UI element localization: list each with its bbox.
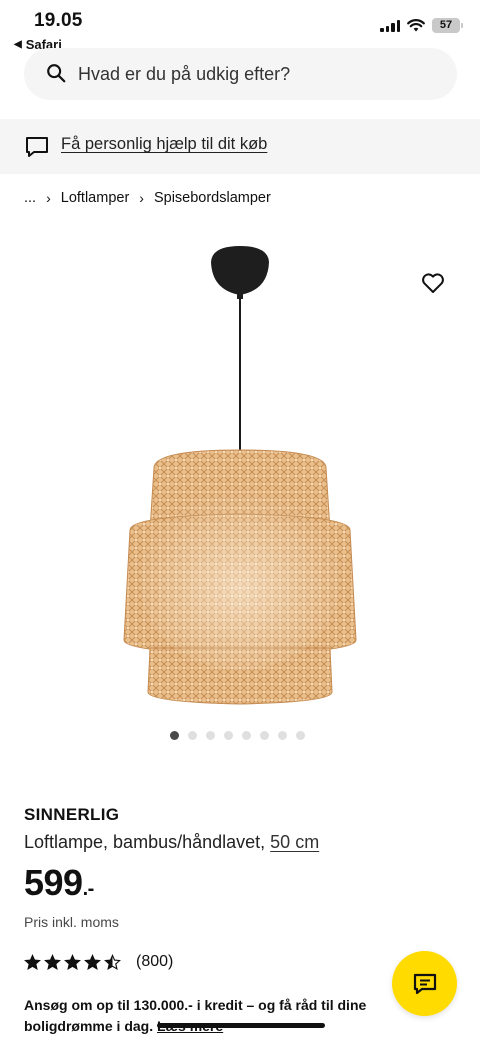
carousel-dot[interactable] (242, 731, 251, 740)
breadcrumb-ellipsis[interactable]: ... (24, 190, 36, 206)
carousel-dot[interactable] (260, 731, 269, 740)
chat-button[interactable] (392, 951, 457, 1016)
search-icon (47, 64, 66, 83)
carousel-dot[interactable] (224, 731, 233, 740)
carousel-dots[interactable] (170, 731, 305, 740)
search-bar[interactable] (24, 48, 457, 100)
status-time: 19.05 (34, 10, 83, 31)
chat-icon (26, 137, 48, 157)
product-name: SINNERLIG (24, 805, 120, 824)
cellular-signal-icon (380, 19, 400, 32)
carousel-dot[interactable] (296, 731, 305, 740)
carousel-dot[interactable] (206, 731, 215, 740)
wifi-icon (407, 19, 425, 32)
status-icons: 57 (380, 18, 463, 33)
chat-icon (413, 973, 436, 994)
carousel-dot[interactable] (170, 731, 179, 740)
battery-indicator: 57 (432, 18, 463, 33)
product-description: Loftlampe, bambus/håndlavet, 50 cm (24, 832, 319, 853)
price-suffix: .- (82, 878, 95, 900)
price: 599.- (24, 862, 94, 904)
star-icon (24, 953, 41, 970)
heart-icon[interactable] (420, 270, 446, 296)
credit-offer: Ansøg om op til 130.000.- i kredit – og … (24, 995, 394, 1037)
help-banner[interactable]: Få personlig hjælp til dit køb (0, 119, 480, 174)
price-value: 599 (24, 862, 83, 903)
breadcrumb-item-spisebordslamper[interactable]: Spisebordslamper (154, 190, 271, 206)
product-image[interactable] (100, 240, 380, 720)
carousel-dot[interactable] (188, 731, 197, 740)
back-arrow-icon: ◀ (14, 39, 22, 50)
search-input[interactable] (78, 48, 438, 100)
product-description-text: Loftlampe, bambus/håndlavet, (24, 832, 266, 852)
star-icon (44, 953, 61, 970)
breadcrumb: ... › Loftlamper › Spisebordslamper (24, 190, 271, 206)
breadcrumb-item-loftlamper[interactable]: Loftlamper (61, 190, 130, 206)
star-icon (84, 953, 101, 970)
rating-count: (800) (136, 953, 174, 970)
rating[interactable]: (800) (24, 953, 173, 971)
star-icon (64, 953, 81, 970)
home-indicator (157, 1023, 325, 1028)
size-link[interactable]: 50 cm (270, 832, 319, 852)
chevron-right-icon: › (46, 190, 51, 206)
price-note: Pris inkl. moms (24, 914, 119, 930)
chevron-right-icon: › (139, 190, 144, 206)
carousel-dot[interactable] (278, 731, 287, 740)
help-link[interactable]: Få personlig hjælp til dit køb (61, 135, 267, 154)
star-icon (104, 953, 121, 970)
